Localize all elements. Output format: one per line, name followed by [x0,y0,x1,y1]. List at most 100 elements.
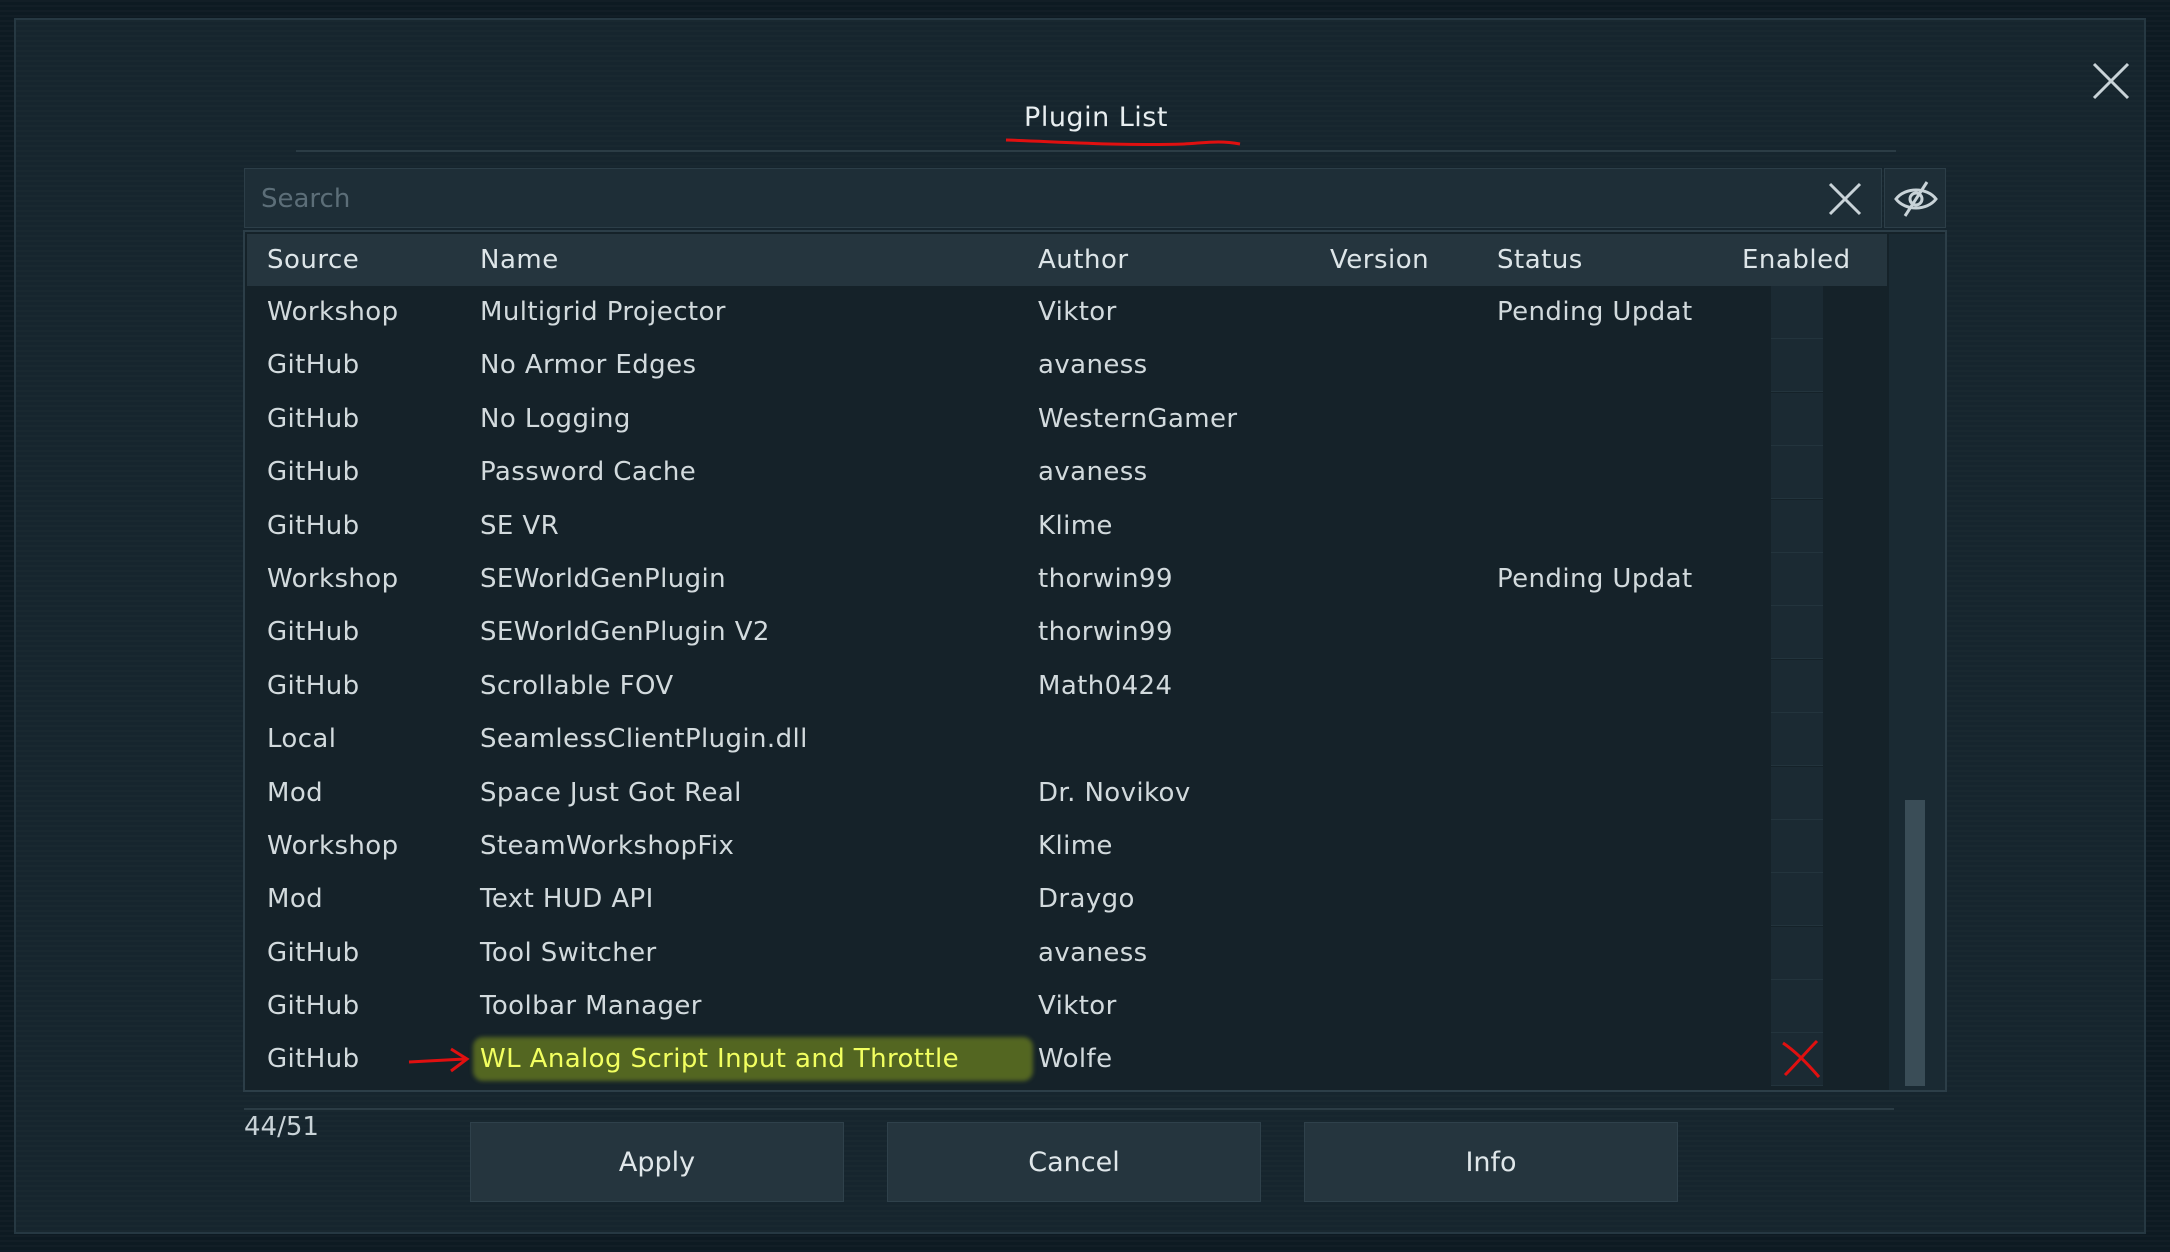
enabled-checkbox[interactable] [1771,819,1823,873]
enabled-checkbox[interactable] [1771,392,1823,446]
toggle-visibility-button[interactable] [1884,168,1946,228]
cell-name: SEWorldGenPlugin V2 [480,617,770,648]
table-row[interactable]: Workshop SEWorldGenPlugin thorwin99 Pending… [247,552,1887,606]
plugin-list-dialog: Plugin List Source Name Author Version S… [14,18,2146,1234]
table-row[interactable]: Workshop SteamWorkshopFix Klime [247,819,1887,873]
cell-source: GitHub [267,457,360,488]
enabled-checkbox[interactable] [1771,446,1823,500]
column-source[interactable]: Source [267,245,359,275]
search-input[interactable] [259,179,1803,219]
cell-author: Draygo [1038,884,1135,915]
cell-name: No Armor Edges [480,350,697,381]
plugin-count: 44/51 [244,1112,319,1142]
search-bar [244,168,1882,228]
cell-status: Pending Updat [1497,297,1693,327]
cell-source: GitHub [267,510,360,541]
column-author[interactable]: Author [1038,245,1129,275]
table-row[interactable]: GitHub SE VR Klime [247,499,1887,553]
table-row[interactable]: Workshop Multigrid Projector Viktor Pending… [247,286,1887,339]
cell-name: SE VR [480,510,560,541]
cell-source: GitHub [267,350,360,381]
eye-off-icon [1894,181,1938,217]
cell-source: GitHub [267,937,360,968]
cell-author: Viktor [1038,991,1117,1022]
cell-name: Scrollable FOV [480,670,674,701]
table-row[interactable]: Local SeamlessClientPlugin.dll [247,713,1887,767]
cell-author: avaness [1038,457,1148,488]
title-divider [296,150,1896,152]
cell-name: Multigrid Projector [480,297,726,327]
enabled-checkbox[interactable] [1771,873,1823,927]
enabled-checkbox[interactable] [1771,659,1823,713]
cell-author: avaness [1038,937,1148,968]
cell-name: Tool Switcher [480,937,657,968]
cell-name: Toolbar Manager [480,991,702,1022]
close-icon[interactable] [2090,60,2132,102]
search-clear-icon[interactable] [1827,181,1863,217]
cell-author: avaness [1038,350,1148,381]
enabled-checkbox[interactable] [1771,980,1823,1034]
table-header: Source Name Author Version Status Enable… [247,234,1887,286]
table-row[interactable]: GitHub SEWorldGenPlugin V2 thorwin99 [247,606,1887,660]
column-enabled[interactable]: Enabled [1742,245,1851,275]
cell-name: SEWorldGenPlugin [480,563,727,594]
table-row[interactable]: GitHub Scrollable FOV Math0424 [247,659,1887,713]
cell-source: GitHub [267,991,360,1022]
table-row[interactable]: Mod Space Just Got Real Dr. Novikov [247,766,1887,820]
column-status[interactable]: Status [1497,245,1583,275]
cell-source: Mod [267,777,324,808]
enabled-checkbox[interactable] [1771,552,1823,606]
cell-source: GitHub [267,670,360,701]
enabled-checkbox[interactable] [1771,926,1823,980]
table-row[interactable]: Mod Text HUD API Draygo [247,873,1887,927]
cell-status: Pending Updat [1497,563,1693,594]
footer-divider [244,1108,1894,1110]
cell-source: Local [267,724,337,755]
cell-author: thorwin99 [1038,617,1173,648]
table-row[interactable]: GitHub No Logging WesternGamer [247,392,1887,446]
cell-name: No Logging [480,403,631,434]
cell-source: GitHub [267,403,360,434]
cell-name: Password Cache [480,457,697,488]
table-row[interactable]: GitHub No Armor Edges avaness [247,339,1887,393]
enabled-checkbox[interactable] [1771,1033,1823,1087]
enabled-checkbox[interactable] [1771,713,1823,767]
column-version[interactable]: Version [1330,245,1429,275]
cell-author: Wolfe [1038,1044,1113,1075]
cell-name: WL Analog Script Input and Throttle [480,1044,959,1075]
cell-author: Klime [1038,510,1113,541]
cell-source: Workshop [267,297,399,327]
table-row[interactable]: GitHub Toolbar Manager Viktor [247,980,1887,1034]
cell-author: Math0424 [1038,670,1173,701]
cell-author: Dr. Novikov [1038,777,1191,808]
dialog-title: Plugin List [1024,102,1168,133]
enabled-checkbox[interactable] [1771,766,1823,820]
enabled-checkbox[interactable] [1771,286,1823,339]
scrollbar-thumb[interactable] [1905,800,1925,1086]
cell-source: GitHub [267,617,360,648]
enabled-checkbox[interactable] [1771,606,1823,660]
cell-name: SteamWorkshopFix [480,830,735,861]
table-body: Workshop Multigrid Projector Viktor Pending… [247,286,1887,1087]
cell-name: SeamlessClientPlugin.dll [480,724,808,755]
cell-name: Space Just Got Real [480,777,742,808]
table-row[interactable]: GitHub Password Cache avaness [247,446,1887,500]
cell-author: thorwin99 [1038,563,1173,594]
cell-author: Viktor [1038,297,1117,327]
annotation-arrow-icon [408,1048,470,1073]
cell-author: Klime [1038,830,1113,861]
info-button[interactable]: Info [1304,1122,1678,1202]
table-row[interactable]: GitHub Tool Switcher avaness [247,926,1887,980]
enabled-checkbox[interactable] [1771,499,1823,553]
cell-source: Mod [267,884,324,915]
column-name[interactable]: Name [480,245,559,275]
apply-button[interactable]: Apply [470,1122,844,1202]
cell-source: GitHub [267,1044,360,1075]
cell-source: Workshop [267,830,399,861]
table-row[interactable]: GitHub WL Analog Script Input and Throttl… [247,1033,1887,1087]
cancel-button[interactable]: Cancel [887,1122,1261,1202]
cell-source: Workshop [267,563,399,594]
cell-name: Text HUD API [480,884,654,915]
enabled-checkbox[interactable] [1771,339,1823,393]
plugin-table: Source Name Author Version Status Enable… [243,230,1947,1092]
